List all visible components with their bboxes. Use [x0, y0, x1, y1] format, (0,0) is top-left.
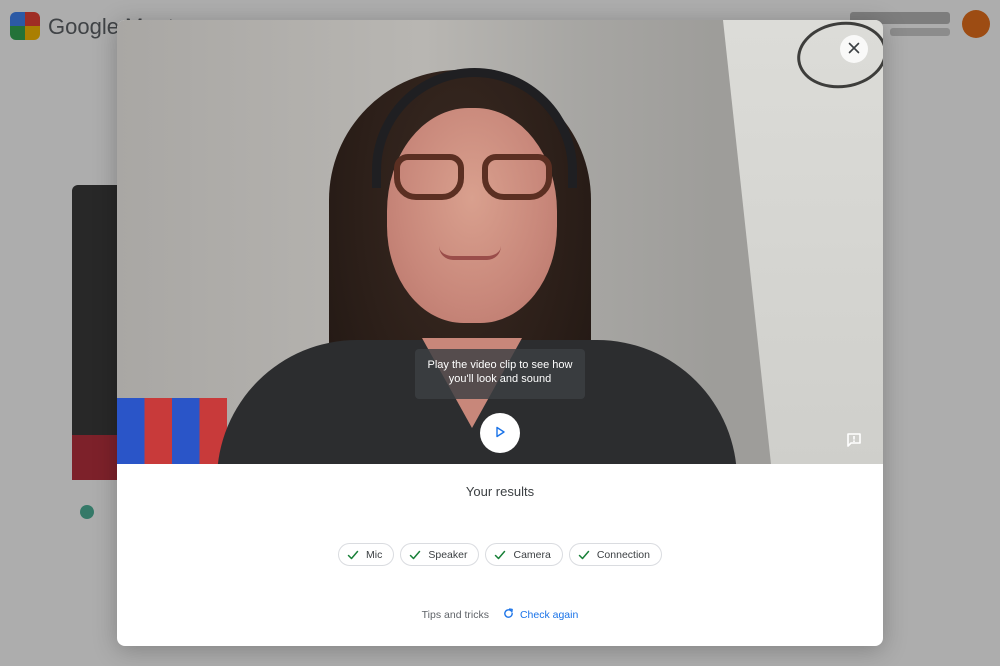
check-icon — [494, 549, 506, 561]
chip-label: Mic — [366, 548, 383, 561]
video-hint-tooltip: Play the video clip to see how you'll lo… — [415, 349, 585, 399]
chip-label: Connection — [596, 548, 650, 561]
video-glasses-left — [394, 154, 464, 200]
chip-label: Speaker — [428, 548, 468, 561]
video-background-wall — [723, 20, 883, 464]
feedback-button[interactable] — [843, 430, 865, 452]
video-preview: Play the video clip to see how you'll lo… — [117, 20, 883, 464]
close-icon — [848, 42, 860, 57]
check-icon — [578, 549, 590, 561]
play-button[interactable] — [480, 413, 520, 453]
video-glasses-right — [482, 154, 552, 200]
check-devices-dialog: Play the video clip to see how you'll lo… — [117, 20, 883, 646]
check-again-label: Check again — [519, 609, 579, 621]
check-icon — [347, 549, 359, 561]
chip-label: Camera — [513, 548, 551, 561]
play-icon — [494, 426, 506, 441]
dialog-footer: Tips and tricks Check again — [117, 608, 883, 622]
video-cushion — [117, 398, 227, 464]
chip-connection: Connection — [568, 543, 662, 566]
chip-mic: Mic — [338, 543, 395, 566]
results-title: Your results — [465, 484, 535, 499]
feedback-icon — [846, 432, 862, 451]
chip-speaker: Speaker — [400, 543, 480, 566]
video-person-mouth — [439, 246, 501, 260]
tips-and-tricks-link[interactable]: Tips and tricks — [422, 609, 489, 621]
check-icon — [409, 549, 421, 561]
device-check-chips: Mic Speaker Camera Connection — [117, 543, 883, 566]
chip-camera: Camera — [485, 543, 563, 566]
close-button[interactable] — [840, 35, 868, 63]
check-again-button[interactable]: Check again — [503, 608, 578, 622]
refresh-icon — [503, 608, 514, 622]
